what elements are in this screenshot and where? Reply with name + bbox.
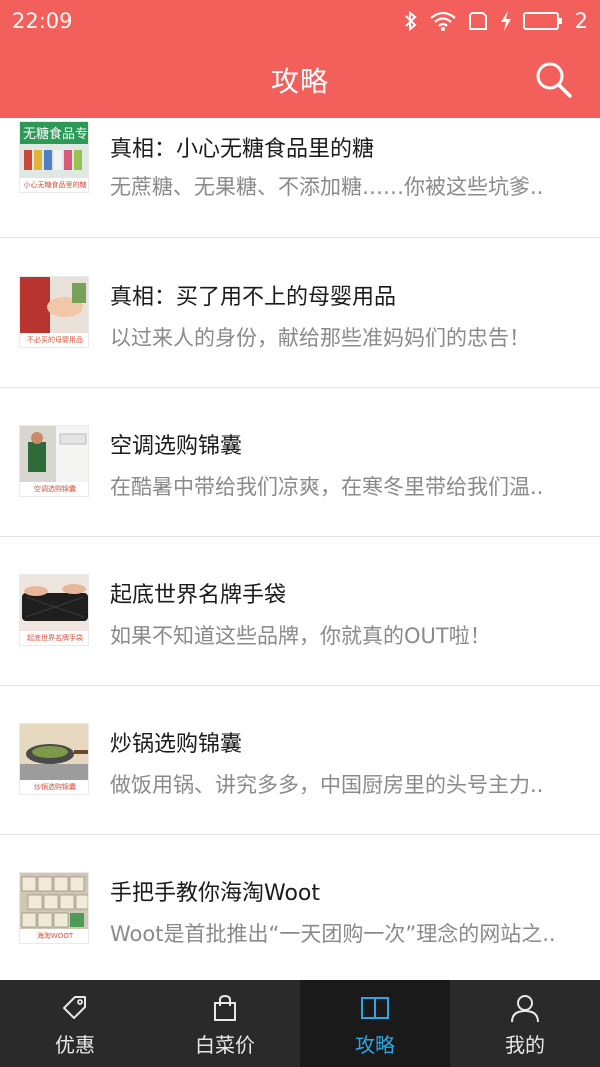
article-title: 手把手教你海淘Woot [110,881,321,906]
article-description: 以过来人的身份，献给那些准妈妈们的忠告！ [110,326,530,350]
status-bar: 22:09 2 [0,0,600,42]
thumbnail-caption: 不必买的母婴用品 [20,333,88,347]
article-title: 空调选购锦囊 [110,434,243,459]
user-icon [511,995,539,1023]
article-description: 无蔗糖、无果糖、不添加糖……你被这些坑爹.. [110,175,544,199]
article-title: 真相：小心无糖食品里的糖 [110,137,375,162]
thumbnail-caption: 炒锅选购锦囊 [20,780,88,794]
article-description: 在酷暑中带给我们凉爽，在寒冬里带给我们温.. [110,475,544,499]
thumbnail: 不必买的母婴用品 [19,276,89,348]
article-description: Woot是首批推出“一天团购一次”理念的网站之.. [110,922,556,946]
app-bar: 攻略 [0,42,600,118]
status-time: 22:09 [12,9,73,33]
tab-label: 白菜价 [195,1033,255,1057]
thumbnail: 海淘WOOT [19,872,89,944]
tag-icon [63,996,86,1019]
tab-label: 优惠 [55,1033,95,1057]
thumbnail: 炒锅选购锦囊 [19,723,89,795]
air-conditioner-image [20,426,88,484]
article-list[interactable]: 无糖食品专区 小心无糖食品里的糖 真相：小心无糖食品里的糖 无蔗糖、无果糖、不添… [0,118,600,980]
thumbnail-caption: 小心无糖食品里的糖 [20,178,88,192]
bluetooth-icon [404,10,417,32]
article-description: 做饭用锅、讲究多多，中国厨房里的头号主力.. [110,773,544,797]
status-icons: 2 [403,9,588,33]
tab-profile[interactable]: 我的 [450,980,600,1067]
tab-label: 攻略 [355,1033,395,1057]
list-item[interactable]: 海淘WOOT 手把手教你海淘Woot Woot是首批推出“一天团购一次”理念的网… [0,835,600,980]
baby-products-image [20,277,88,335]
thumbnail: 空调选购锦囊 [19,425,89,497]
thumbnail-caption: 起底世界名牌手袋 [20,631,88,645]
search-button[interactable] [534,60,574,100]
tab-guides[interactable]: 攻略 [300,980,450,1067]
article-description: 如果不知道这些品牌，你就真的OUT啦！ [110,624,491,648]
battery-icon [522,12,562,30]
thumbnail-caption: 海淘WOOT [20,929,88,943]
thumb-overlay-text: 无糖食品专区 [23,126,89,142]
handbag-image [20,575,88,633]
tab-deals[interactable]: 优惠 [0,980,150,1067]
list-item[interactable]: 不必买的母婴用品 真相：买了用不上的母婴用品 以过来人的身份，献给那些准妈妈们的… [0,239,600,388]
list-item[interactable]: 起底世界名牌手袋 起底世界名牌手袋 如果不知道这些品牌，你就真的OUT啦！ [0,537,600,686]
article-title: 炒锅选购锦囊 [110,732,243,757]
thumbnail-caption: 空调选购锦囊 [20,482,88,496]
letter-tiles-image [20,873,88,931]
bottom-tab-bar: 优惠 白菜价 攻略 我的 [0,980,600,1067]
battery-level: 2 [574,9,588,33]
article-title: 真相：买了用不上的母婴用品 [110,285,397,310]
article-title: 起底世界名牌手袋 [110,583,287,608]
book-icon [361,997,389,1019]
thumbnail: 无糖食品专区 小心无糖食品里的糖 [19,121,89,193]
charging-icon [500,11,511,31]
sim-card-icon [468,12,487,30]
list-item[interactable]: 无糖食品专区 小心无糖食品里的糖 真相：小心无糖食品里的糖 无蔗糖、无果糖、不添… [0,118,600,238]
list-item[interactable]: 空调选购锦囊 空调选购锦囊 在酷暑中带给我们凉爽，在寒冬里带给我们温.. [0,388,600,537]
thumbnail: 起底世界名牌手袋 [19,574,89,646]
page-title: 攻略 [270,65,329,98]
wok-image [20,724,88,782]
sugar-free-shelf-image: 无糖食品专区 [20,122,89,180]
shopping-bag-icon [214,994,236,1021]
search-icon [536,62,572,98]
tab-bargain-price[interactable]: 白菜价 [150,980,300,1067]
wifi-icon [429,11,456,31]
tab-label: 我的 [505,1033,545,1057]
list-item[interactable]: 炒锅选购锦囊 炒锅选购锦囊 做饭用锅、讲究多多，中国厨房里的头号主力.. [0,686,600,835]
